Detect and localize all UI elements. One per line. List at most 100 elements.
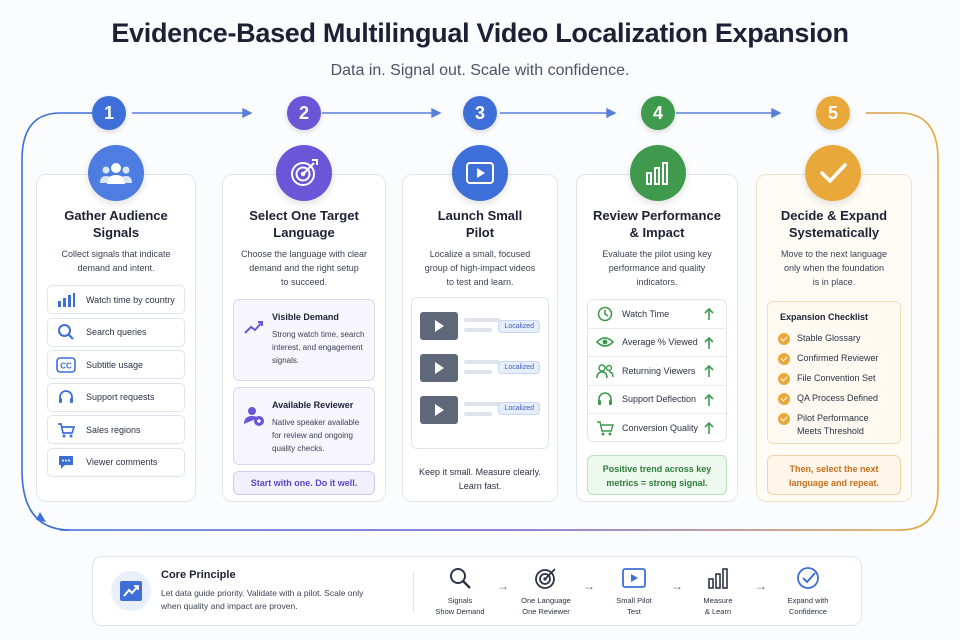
- headset-icon: [56, 388, 76, 406]
- principle-flow-expand: Expand with Confidence: [773, 565, 843, 617]
- arrow-up-icon: [704, 364, 714, 377]
- step-1-card: Gather Audience Signals Collect signals t…: [36, 174, 196, 502]
- cc-icon: CC: [56, 356, 76, 374]
- principle-title: Core Principle: [161, 569, 236, 581]
- signal-item: Watch time by country: [47, 285, 185, 314]
- step-2-footer: Start with one. Do it well.: [233, 471, 375, 495]
- expansion-checklist: Expansion Checklist Stable Glossary Conf…: [767, 301, 901, 444]
- page-subtitle: Data in. Signal out. Scale with confiden…: [330, 62, 630, 79]
- arrow-up-icon: [704, 336, 714, 349]
- step-3-card: Launch Small Pilot Localize a small, focu…: [402, 174, 558, 502]
- svg-text:CC: CC: [60, 361, 72, 370]
- divider: [413, 571, 414, 613]
- cart-icon: [596, 419, 614, 437]
- target-icon: [533, 565, 559, 591]
- video-thumbnail: [420, 354, 458, 382]
- check-icon: [805, 145, 861, 201]
- signal-item: CC Subtitle usage: [47, 350, 185, 379]
- signal-item: Search queries: [47, 317, 185, 347]
- step-arrows: [132, 107, 782, 119]
- users-icon: [596, 362, 614, 380]
- search-icon: [447, 565, 473, 591]
- comment-icon: [56, 453, 76, 471]
- step-5-card: Decide & Expand Systematically Move to th…: [756, 174, 912, 502]
- metric-row: Support Deflection: [588, 386, 726, 414]
- people-icon: [88, 145, 144, 201]
- eye-icon: [596, 333, 614, 351]
- step-4-card: Review Performance & Impact Evaluate the …: [576, 174, 738, 502]
- metric-list: Watch Time Average % Viewed Returning Vi…: [587, 299, 727, 442]
- step-4-footer: Positive trend across key metrics = stron…: [587, 455, 727, 495]
- visible-demand-box: Visible Demand Strong watch time, search…: [233, 299, 375, 381]
- core-principle-panel: Core Principle Let data guide priority. …: [92, 556, 862, 626]
- step-3-footer: Keep it small. Measure clearly. Learn fas…: [419, 467, 541, 491]
- target-icon: [276, 145, 332, 201]
- check-icon: [778, 333, 790, 345]
- localized-badge: Localized: [498, 402, 540, 415]
- step-5-footer: Then, select the next language and repeat…: [767, 455, 901, 495]
- step-2-desc: Choose the language with clear demand and…: [240, 249, 368, 287]
- localized-badge: Localized: [498, 320, 540, 333]
- page-title: Evidence-Based Multilingual Video Locali…: [111, 18, 849, 48]
- checklist-item: Confirmed Reviewer: [778, 352, 894, 372]
- analytics-icon: [111, 571, 151, 611]
- metric-row: Watch Time: [588, 300, 726, 329]
- principle-flow-measure: Measure & Learn: [683, 565, 753, 617]
- localized-badge: Localized: [498, 361, 540, 374]
- step-1-desc: Collect signals that indicate demand and …: [61, 249, 171, 273]
- arrow-up-icon: [704, 307, 714, 320]
- step-2-number: 2: [287, 96, 321, 130]
- signal-item: Support requests: [47, 382, 185, 412]
- check-icon: [778, 373, 790, 385]
- metric-row: Conversion Quality: [588, 414, 726, 443]
- step-1-number: 1: [92, 96, 126, 130]
- video-icon: [621, 565, 647, 591]
- step-2-card: Select One Target Language Choose the lan…: [222, 174, 386, 502]
- metric-row: Returning Viewers: [588, 357, 726, 386]
- bar-chart-icon: [56, 291, 76, 309]
- step-4-title: Review Performance & Impact: [593, 208, 721, 240]
- signal-item: Sales regions: [47, 415, 185, 444]
- flow-arrow: →: [671, 579, 683, 593]
- principle-flow-signals: Signals Show Demand: [425, 565, 495, 617]
- step-1-title: Gather Audience Signals: [64, 208, 168, 240]
- checklist-item: File Convention Set: [778, 372, 894, 392]
- check-circle-icon: [795, 565, 821, 591]
- video-thumbnail: [420, 312, 458, 340]
- flow-arrow: →: [583, 579, 595, 593]
- available-reviewer-box: Available Reviewer Native speaker availa…: [233, 387, 375, 465]
- arrow-up-icon: [704, 393, 714, 406]
- flow-arrow: →: [755, 579, 767, 593]
- metric-row: Average % Viewed: [588, 329, 726, 357]
- checklist-item: Stable Glossary: [778, 332, 894, 352]
- arrow-up-icon: [704, 421, 714, 434]
- flow-arrow: →: [497, 579, 509, 593]
- pilot-video-list: Localized Localized Localized: [411, 297, 549, 449]
- headset-icon: [596, 390, 614, 408]
- checklist-item: Pilot Performance Meets Threshold: [778, 412, 894, 440]
- checklist-item: QA Process Defined: [778, 392, 894, 412]
- clock-icon: [596, 305, 614, 323]
- check-icon: [778, 413, 790, 425]
- principle-desc: Let data guide priority. Validate with a…: [161, 588, 364, 611]
- step-5-number: 5: [816, 96, 850, 130]
- step-5-desc: Move to the next language only when the f…: [780, 249, 888, 287]
- step-4-desc: Evaluate the pilot using key performance …: [602, 249, 712, 287]
- step-3-desc: Localize a small, focused group of high-i…: [424, 249, 536, 287]
- bar-chart-icon: [630, 145, 686, 201]
- cart-icon: [56, 421, 76, 439]
- step-2-title: Select One Target Language: [249, 208, 359, 240]
- step-5-title: Decide & Expand Systematically: [780, 208, 888, 240]
- trend-up-icon: [242, 316, 266, 340]
- check-icon: [778, 393, 790, 405]
- step-3-number: 3: [463, 96, 497, 130]
- step-4-number: 4: [641, 96, 675, 130]
- check-icon: [778, 353, 790, 365]
- signal-item: Viewer comments: [47, 447, 185, 477]
- bar-chart-icon: [705, 565, 731, 591]
- principle-flow-pilot: Small Pilot Test: [599, 565, 669, 617]
- search-icon: [56, 323, 76, 341]
- reviewer-icon: [242, 404, 266, 428]
- checklist-title: Expansion Checklist: [780, 312, 869, 322]
- video-thumbnail: [420, 396, 458, 424]
